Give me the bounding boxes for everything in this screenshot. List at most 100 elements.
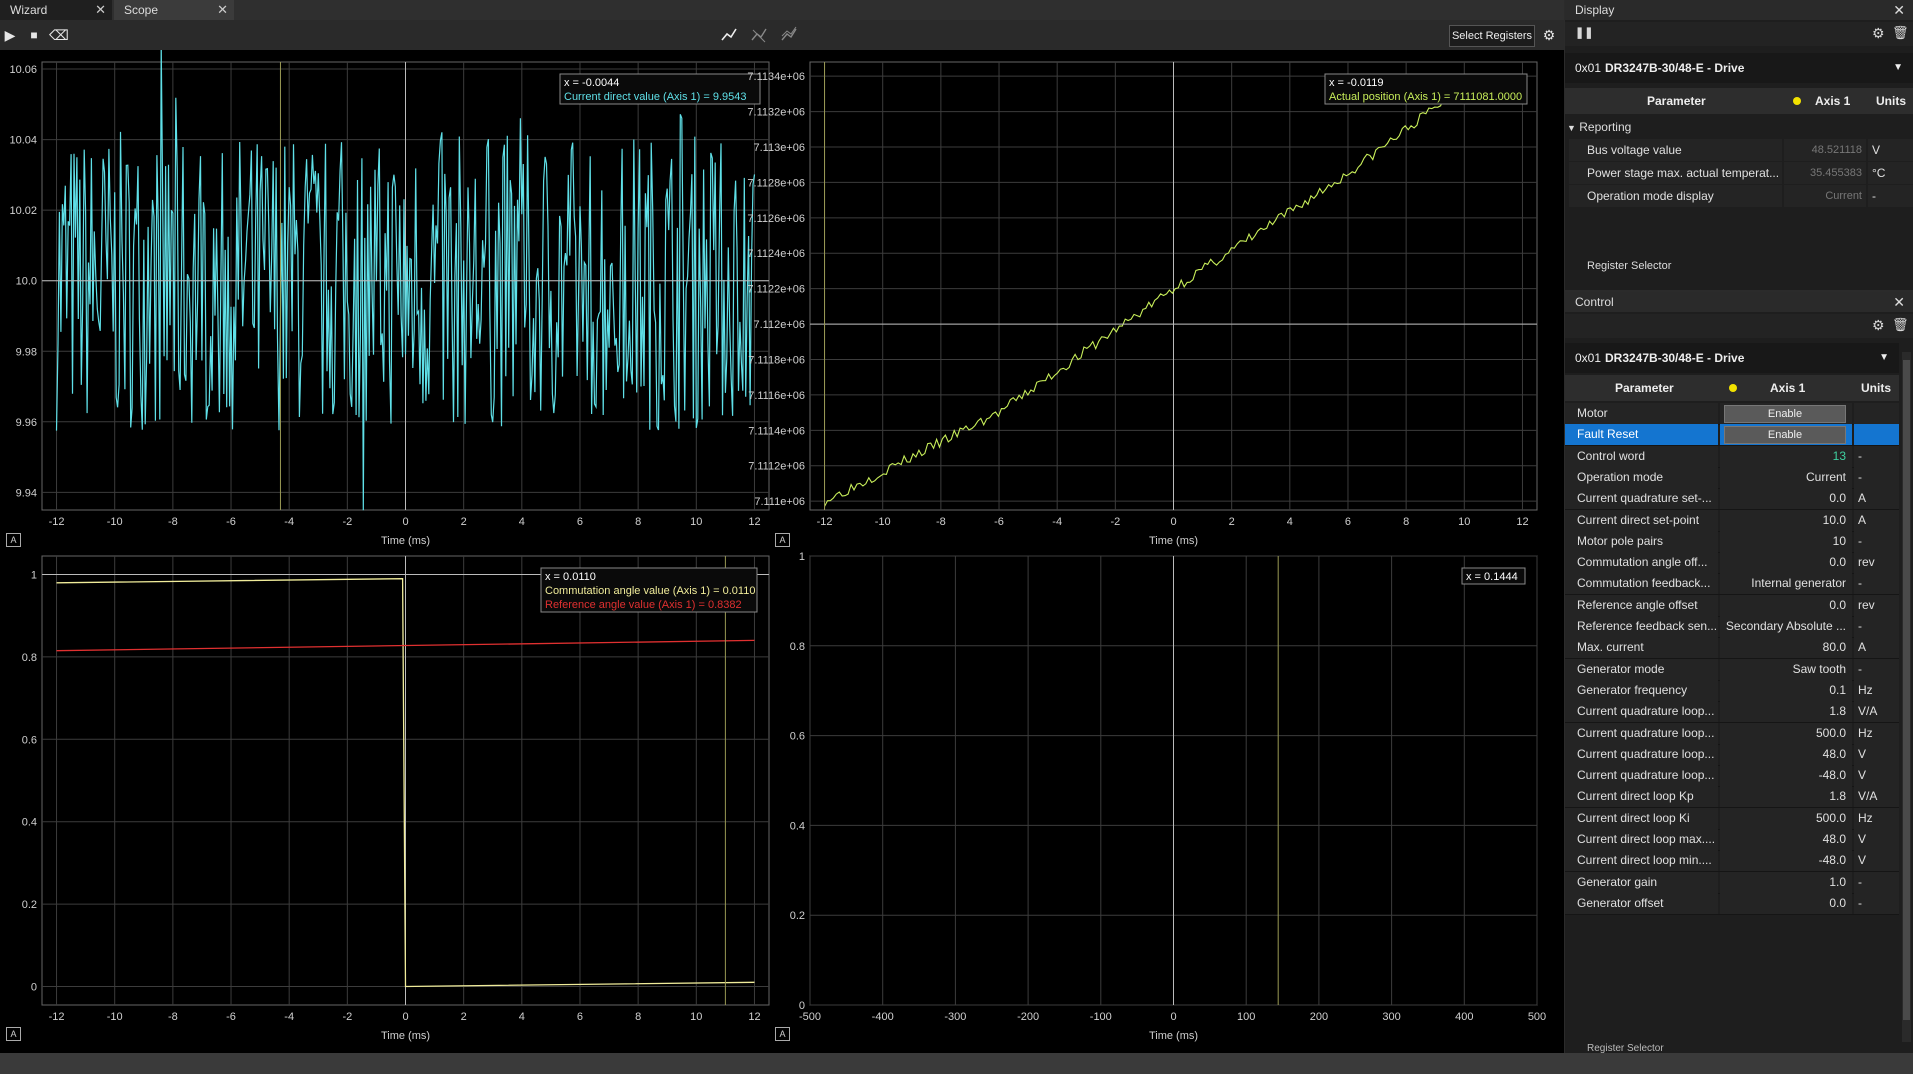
- control-row[interactable]: Reference angle offset 0.0 rev: [1565, 594, 1899, 617]
- param-value[interactable]: 48.0: [1720, 829, 1852, 850]
- param-value[interactable]: 48.0: [1720, 743, 1852, 765]
- x-tick-label: 4: [519, 516, 525, 528]
- scope-plot-canvas[interactable]: -12 -10 -8 -6 -4 -2 0 2 4 6 8 10 129.949.969.9810.01…: [0, 44, 1564, 1053]
- device-selector[interactable]: 0x01 DR3247B-30/48-E - Drive ▼: [1565, 53, 1913, 83]
- expand-triangle-icon[interactable]: ▼: [1567, 123, 1576, 133]
- control-row[interactable]: Current quadrature set-... 0.0 A: [1565, 488, 1899, 511]
- param-value[interactable]: -48.0: [1720, 850, 1852, 872]
- line-chart-disabled-icon[interactable]: [750, 26, 768, 44]
- close-icon[interactable]: ✕: [1893, 0, 1905, 20]
- param-unit: Hz: [1854, 807, 1899, 829]
- param-value[interactable]: 1.8: [1720, 701, 1852, 723]
- control-row[interactable]: Reference feedback sen... Secondary Absol…: [1565, 616, 1899, 638]
- param-value[interactable]: Internal generator: [1720, 573, 1852, 595]
- control-row[interactable]: Max. current 80.0 A: [1565, 637, 1899, 660]
- multi-line-chart-icon[interactable]: [780, 26, 798, 44]
- control-row[interactable]: Generator offset 0.0-: [1565, 892, 1899, 915]
- control-row[interactable]: Fault Reset Enable: [1565, 424, 1899, 447]
- eraser-icon[interactable]: ⌫: [49, 26, 69, 44]
- x-tick-label: 8: [635, 516, 641, 528]
- param-value[interactable]: 0.1: [1720, 679, 1852, 701]
- param-unit: -: [1854, 658, 1899, 680]
- x-tick-label: -2: [342, 1011, 352, 1023]
- control-row[interactable]: Current quadrature loop... 1.8 V/A: [1565, 701, 1899, 724]
- control-row[interactable]: Current direct loop Ki 500.0 Hz: [1565, 807, 1899, 830]
- y-tick-label: 7.1118e+06: [748, 354, 805, 366]
- tab-wizard[interactable]: Wizard ✕: [0, 0, 112, 20]
- stop-icon[interactable]: ■: [25, 26, 43, 44]
- param-value[interactable]: 13: [1720, 445, 1852, 467]
- control-row[interactable]: Current quadrature loop... 500.0 Hz: [1565, 722, 1899, 745]
- control-row[interactable]: Motor Enable: [1565, 403, 1899, 425]
- param-unit: Hz: [1854, 679, 1899, 701]
- control-row[interactable]: Commutation feedback... Internal generato…: [1565, 573, 1899, 596]
- param-value[interactable]: 0.0: [1720, 594, 1852, 616]
- close-icon[interactable]: ✕: [95, 0, 106, 20]
- param-value[interactable]: 0.0: [1720, 488, 1852, 510]
- param-value[interactable]: 500.0: [1720, 722, 1852, 744]
- param-unit: rev: [1854, 552, 1899, 574]
- pause-icon[interactable]: ❚❚: [1575, 26, 1593, 39]
- y-tick-label: 9.96: [16, 417, 37, 429]
- control-row[interactable]: Commutation angle off... 0.0 rev: [1565, 552, 1899, 575]
- gear-icon[interactable]: ⚙: [1872, 25, 1885, 42]
- device-selector[interactable]: 0x01 DR3247B-30/48-E - Drive ▼: [1565, 343, 1899, 373]
- param-value[interactable]: Current: [1720, 466, 1852, 488]
- param-value[interactable]: 1.0: [1720, 871, 1852, 893]
- param-value[interactable]: 80.0: [1720, 637, 1852, 659]
- control-row[interactable]: Current quadrature loop... -48.0 V: [1565, 765, 1899, 788]
- control-row[interactable]: Generator mode Saw tooth -: [1565, 658, 1899, 681]
- param-value[interactable]: 0.0: [1720, 552, 1852, 574]
- y-tick-label: 1: [31, 570, 37, 582]
- control-row[interactable]: Current direct loop min.... -48.0 V: [1565, 850, 1899, 873]
- param-value[interactable]: 0.0: [1720, 892, 1852, 914]
- param-value[interactable]: Secondary Absolute ...: [1720, 616, 1852, 637]
- control-row[interactable]: Generator frequency 0.1 Hz: [1565, 679, 1899, 702]
- x-tick-label: 2: [461, 1011, 467, 1023]
- control-row[interactable]: Generator gain 1.0-: [1565, 871, 1899, 894]
- close-icon[interactable]: ✕: [217, 0, 228, 20]
- control-row[interactable]: Operation mode Current -: [1565, 466, 1899, 489]
- control-row[interactable]: Current direct loop Kp 1.8 V/A: [1565, 786, 1899, 809]
- chevron-down-icon[interactable]: ▼: [1893, 53, 1903, 83]
- param-value[interactable]: -48.0: [1720, 765, 1852, 787]
- gear-icon[interactable]: ⚙: [1872, 317, 1885, 334]
- param-name: Current direct loop max....: [1565, 829, 1718, 850]
- param-value[interactable]: 1.8: [1720, 786, 1852, 808]
- tab-scope[interactable]: Scope ✕: [114, 0, 234, 20]
- scrollbar-thumb[interactable]: [1903, 360, 1910, 1020]
- enable-button[interactable]: Enable: [1724, 405, 1846, 423]
- control-row[interactable]: Current direct loop max.... 48.0 V: [1565, 829, 1899, 851]
- control-row[interactable]: Current direct set-point 10.0 A: [1565, 509, 1899, 532]
- param-value[interactable]: Saw tooth: [1720, 658, 1852, 680]
- col-parameter: Parameter: [1615, 381, 1674, 395]
- control-row[interactable]: Motor pole pairs 10-: [1565, 530, 1899, 553]
- device-address: 0x01: [1575, 351, 1602, 365]
- autoscale-icon[interactable]: A: [6, 1027, 21, 1041]
- register-selector-link[interactable]: Register Selector: [1587, 260, 1671, 272]
- x-tick-label: -6: [226, 1011, 236, 1023]
- enable-button[interactable]: Enable: [1724, 426, 1846, 445]
- autoscale-icon[interactable]: A: [775, 533, 790, 547]
- line-chart-icon[interactable]: [720, 26, 738, 44]
- select-registers-button[interactable]: Select Registers: [1449, 25, 1535, 47]
- trash-icon[interactable]: 🗑: [1892, 317, 1909, 333]
- gear-icon[interactable]: ⚙: [1540, 26, 1558, 44]
- param-unit: -: [1854, 616, 1899, 637]
- close-icon[interactable]: ✕: [1893, 292, 1905, 312]
- play-icon[interactable]: ▶: [1, 26, 19, 44]
- plot-4: -500 -400 -300 -200 -100 0 100 200 300 400 500 0 0.2…: [790, 551, 1546, 1042]
- group-reporting[interactable]: ▼ Reporting: [1567, 118, 1631, 136]
- scrollbar[interactable]: [1902, 352, 1911, 1042]
- param-value[interactable]: 500.0: [1720, 807, 1852, 829]
- y-tick-label: 9.94: [16, 487, 37, 499]
- param-value[interactable]: 10: [1720, 530, 1852, 552]
- trash-icon[interactable]: 🗑: [1892, 25, 1909, 41]
- control-row[interactable]: Control word 13-: [1565, 445, 1899, 468]
- autoscale-icon[interactable]: A: [775, 1027, 790, 1041]
- param-value[interactable]: 10.0: [1720, 509, 1852, 531]
- autoscale-icon[interactable]: A: [6, 533, 21, 547]
- control-row[interactable]: Current quadrature loop... 48.0 V: [1565, 743, 1899, 766]
- chevron-down-icon[interactable]: ▼: [1879, 343, 1889, 373]
- param-unit: rev: [1854, 594, 1899, 616]
